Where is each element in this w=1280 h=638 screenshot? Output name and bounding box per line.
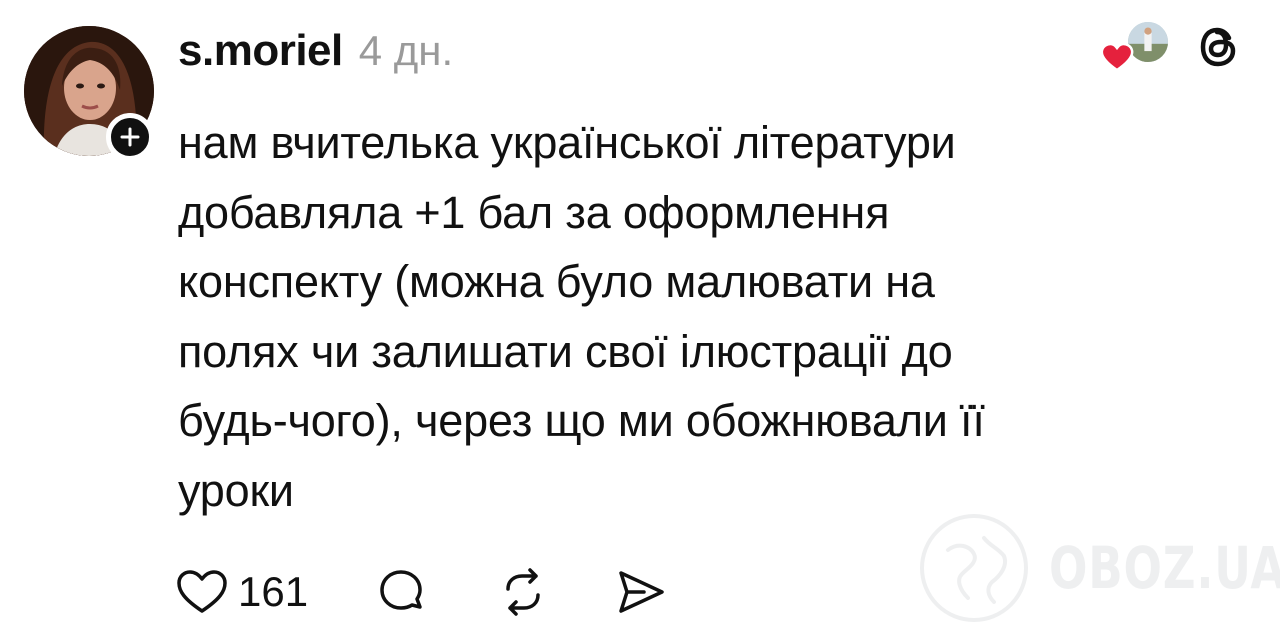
comment-icon — [380, 570, 422, 610]
post-text-line: нам вчителька української літератури — [178, 117, 956, 168]
post-header: s.moriel 4 дн. — [178, 26, 453, 86]
threads-post: s.moriel 4 дн. нам вчителька української… — [0, 0, 1280, 638]
repost-button[interactable] — [496, 567, 550, 617]
plus-icon — [120, 127, 140, 147]
like-count: 161 — [238, 568, 309, 615]
oboz-watermark: OBOZ.UA — [918, 512, 1280, 624]
like-button[interactable]: 161 — [176, 568, 308, 616]
heart-filled-icon — [1100, 42, 1134, 72]
post-actions: 161 — [176, 562, 668, 622]
follow-button[interactable] — [106, 113, 154, 161]
post-text-line: добавляла +1 бал за оформлення — [178, 186, 890, 238]
reply-button[interactable] — [376, 567, 426, 617]
repost-icon — [506, 568, 540, 616]
post-text-line: будь-чого), через що ми обожнювали її — [178, 395, 985, 446]
post-text-line: конспекту (можна було малювати на — [178, 256, 935, 307]
liked-by-indicator[interactable] — [1100, 20, 1170, 72]
threads-logo-icon[interactable] — [1196, 24, 1242, 70]
watermark-text: OBOZ.UA — [1049, 534, 1280, 602]
globe-icon — [920, 514, 1028, 622]
author-username[interactable]: s.moriel — [178, 26, 343, 76]
post-timestamp: 4 дн. — [358, 27, 454, 74]
heart-outline-icon — [177, 570, 227, 613]
send-icon — [619, 571, 664, 613]
post-text-line: полях чи залишати свої ілюстрації до — [178, 325, 953, 377]
post-text: нам вчителька української літератури доб… — [178, 108, 1238, 525]
share-button[interactable] — [614, 567, 668, 617]
